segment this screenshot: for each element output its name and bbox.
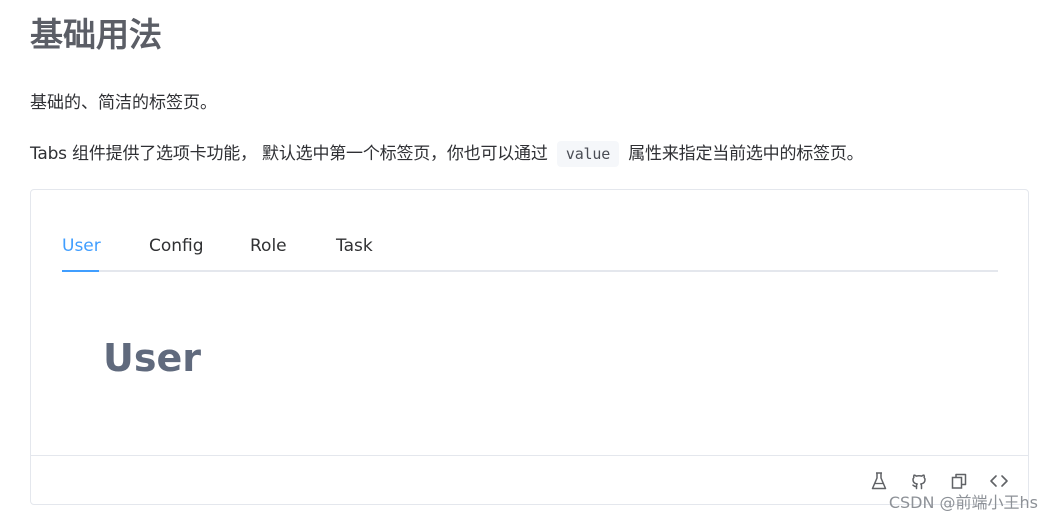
tab-config[interactable]: Config (149, 226, 204, 270)
page-subtitle: 基础的、简洁的标签页。 (30, 93, 217, 113)
description-text-before: Tabs 组件提供了选项卡功能， 默认选中第一个标签页，你也可以通过 (30, 144, 548, 164)
code-icon[interactable] (988, 470, 1010, 492)
active-tab-indicator (62, 270, 99, 272)
tab-role[interactable]: Role (250, 226, 287, 270)
demo-block: User Config Role Task User (30, 189, 1029, 505)
copy-icon[interactable] (948, 470, 970, 492)
csdn-watermark: CSDN @前端小王hs (888, 493, 1038, 512)
description-text-after: 属性来指定当前选中的标签页。 (628, 144, 864, 164)
demo-footer-toolbar (31, 455, 1028, 505)
flask-icon[interactable] (868, 470, 890, 492)
tab-user[interactable]: User (62, 226, 101, 270)
inline-code-value: value (556, 141, 620, 167)
tab-task[interactable]: Task (336, 226, 373, 270)
tab-pane-content: User (103, 336, 201, 380)
tabs-header: User Config Role Task (62, 226, 998, 272)
github-icon[interactable] (908, 470, 930, 492)
page-title: 基础用法 (30, 15, 162, 54)
doc-page: 基础用法 基础的、简洁的标签页。 Tabs 组件提供了选项卡功能， 默认选中第一… (0, 0, 1052, 523)
page-description: Tabs 组件提供了选项卡功能， 默认选中第一个标签页，你也可以通过 value… (30, 141, 864, 167)
